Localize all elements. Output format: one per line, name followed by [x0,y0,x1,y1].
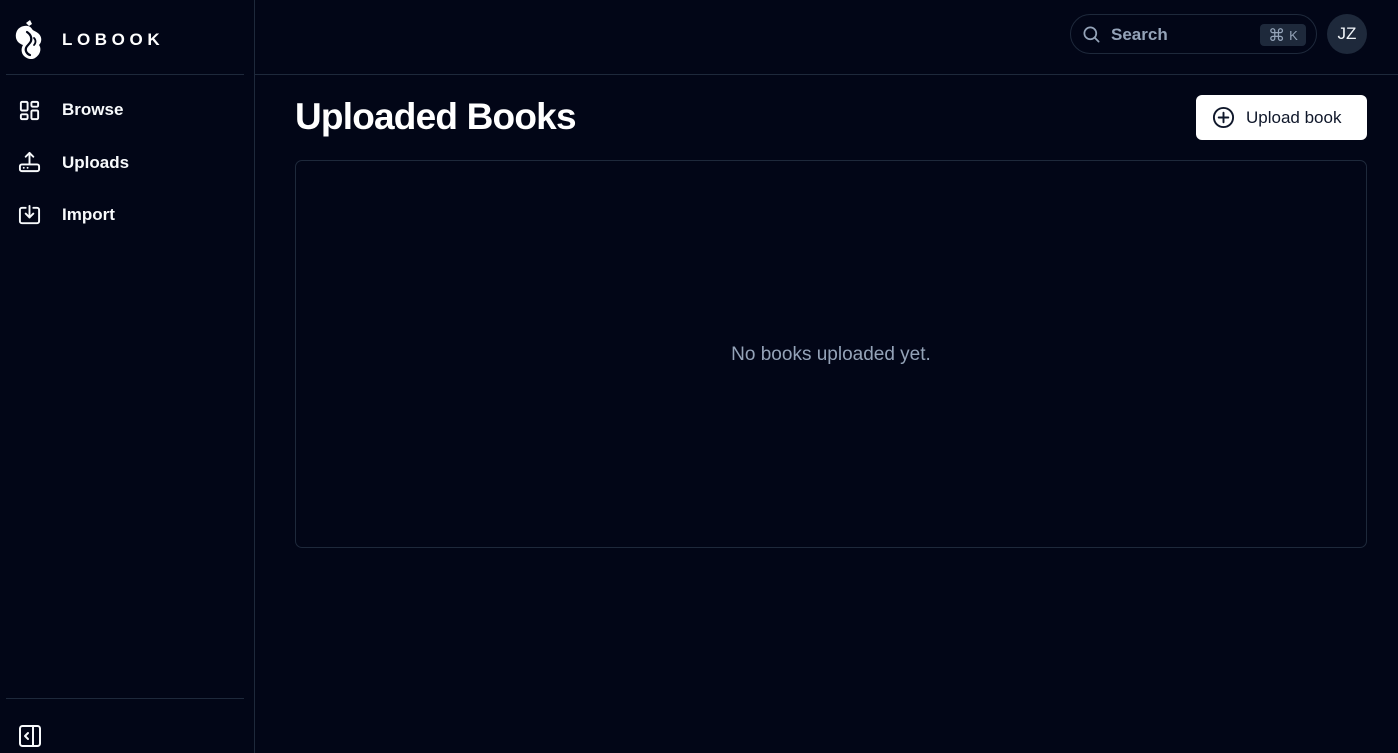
empty-state-message: No books uploaded yet. [731,344,931,365]
sidebar-item-label: Browse [62,100,124,120]
topbar: Search ⌘ K JZ [255,0,1398,75]
command-key-icon: ⌘ [1268,25,1286,45]
sidebar: LOBOOK Browse Uploads Import [0,0,255,753]
grid-icon [19,100,40,120]
sidebar-footer [6,698,244,753]
keyboard-shortcut-badge: ⌘ K [1260,24,1306,46]
plus-circle-icon [1212,106,1235,129]
avatar[interactable]: JZ [1327,14,1367,54]
page-title: Uploaded Books [295,96,577,137]
search-icon [1083,26,1100,43]
books-panel: No books uploaded yet. [295,160,1367,548]
import-icon [18,204,41,224]
sidebar-item-import[interactable]: Import [0,189,254,242]
shortcut-key: K [1289,27,1298,43]
sidebar-collapse-icon[interactable] [18,724,42,748]
sidebar-item-browse[interactable]: Browse [0,84,254,137]
sidebar-item-label: Import [62,205,115,225]
search-input[interactable]: Search ⌘ K [1070,14,1317,54]
upload-book-button[interactable]: Upload book [1196,95,1367,140]
app-window: LOBOOK Browse Uploads Import Search ⌘ K … [0,0,1398,753]
sidebar-item-label: Uploads [62,152,130,172]
brand-name: LOBOOK [62,30,165,49]
sidebar-item-uploads[interactable]: Uploads [0,137,254,190]
upload-book-label: Upload book [1246,108,1342,127]
sidebar-nav: Browse Uploads Import [0,84,254,242]
lobook-logo-icon [15,20,42,60]
search-placeholder: Search [1111,25,1168,44]
brand[interactable]: LOBOOK [6,0,244,75]
upload-icon [18,152,41,173]
